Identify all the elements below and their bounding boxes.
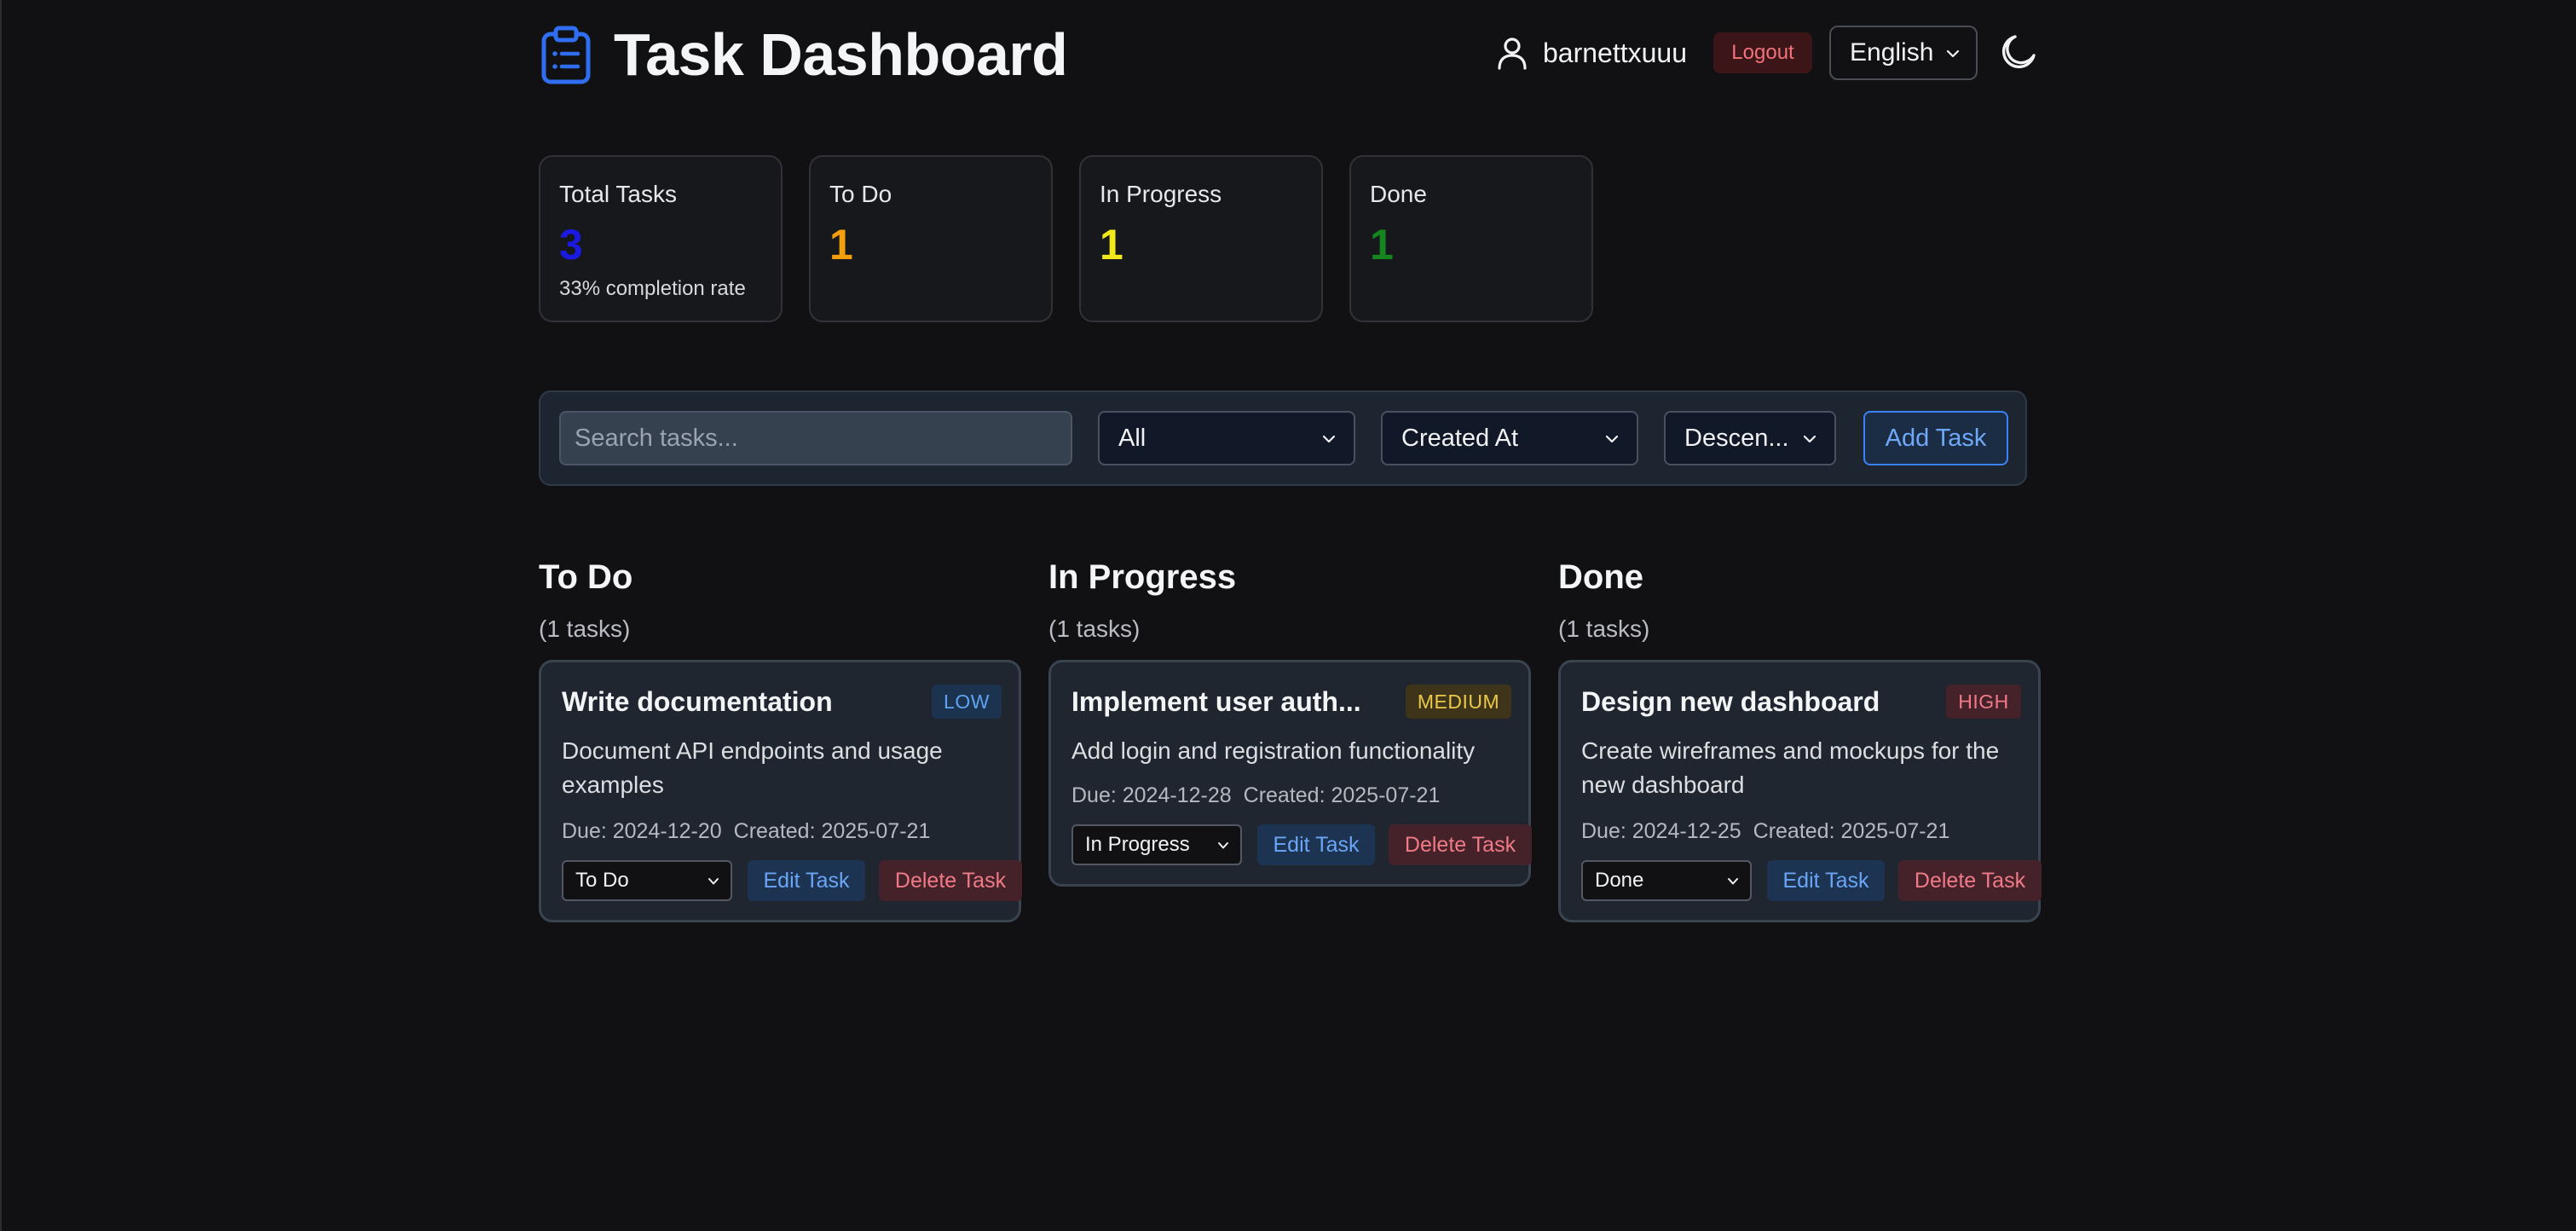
chevron-down-icon xyxy=(1803,435,1816,443)
column-title-in-progress: In Progress xyxy=(1048,558,1237,596)
header: Task Dashboard barnettxuuu Logout Englis… xyxy=(539,20,2039,89)
delete-task-button[interactable]: Delete Task xyxy=(1898,860,2042,901)
stat-value: 1 xyxy=(1370,221,1394,269)
moon-icon[interactable] xyxy=(1998,31,2039,72)
task-title: Implement user auth... xyxy=(1071,686,1361,717)
created-date: Created: 2025-07-21 xyxy=(1243,783,1441,807)
status-select[interactable]: In Progress xyxy=(1071,824,1242,865)
priority-filter-select[interactable]: All xyxy=(1098,411,1355,465)
task-description: Document API endpoints and usage example… xyxy=(562,737,943,798)
stat-label: Total Tasks xyxy=(559,181,677,207)
status-label: To Do xyxy=(575,869,629,892)
due-date: Due: 2024-12-20 xyxy=(562,819,722,843)
delete-task-button[interactable]: Delete Task xyxy=(1389,824,1532,865)
page: Task Dashboard barnettxuuu Logout Englis… xyxy=(0,0,2576,1231)
due-date: Due: 2024-12-28 xyxy=(1071,783,1232,807)
column-title-todo: To Do xyxy=(539,558,633,596)
chevron-down-icon xyxy=(1728,878,1738,885)
sort-order-select[interactable]: Descen... xyxy=(1664,411,1836,465)
language-select[interactable]: English xyxy=(1829,26,1978,80)
edit-task-button[interactable]: Edit Task xyxy=(1767,860,1885,901)
priority-badge: MEDIUM xyxy=(1406,685,1511,719)
stat-value: 1 xyxy=(829,221,853,269)
clipboard-list-icon xyxy=(541,26,591,84)
column-count-todo: (1 tasks) xyxy=(539,616,631,642)
user-icon xyxy=(1498,38,1527,70)
task-title: Design new dashboard xyxy=(1581,686,1880,717)
page-title: Task Dashboard xyxy=(614,21,1068,88)
add-task-button[interactable]: Add Task xyxy=(1863,411,2008,465)
priority-badge: LOW xyxy=(932,685,1002,719)
task-description: Add login and registration functionality xyxy=(1071,737,1476,764)
window-edge xyxy=(0,0,2,1231)
logout-button[interactable]: Logout xyxy=(1713,32,1812,73)
task-dates: Due: 2024-12-28 Created: 2025-07-21 xyxy=(1071,780,1452,811)
task-dates: Due: 2024-12-25 Created: 2025-07-21 xyxy=(1581,816,1961,847)
chevron-down-icon xyxy=(1946,49,1960,58)
stat-card-in-progress: In Progress 1 xyxy=(1079,155,1323,322)
filter-toolbar: All Created At Descen... Add Task xyxy=(539,390,2027,486)
chevron-down-icon xyxy=(1322,435,1336,443)
edit-task-button[interactable]: Edit Task xyxy=(748,860,865,901)
stat-label: Done xyxy=(1370,181,1427,207)
sort-order-label: Descen... xyxy=(1684,425,1789,452)
priority-badge: HIGH xyxy=(1946,685,2021,719)
status-select[interactable]: Done xyxy=(1581,860,1752,901)
column-count-done: (1 tasks) xyxy=(1558,616,1650,642)
status-label: In Progress xyxy=(1085,833,1190,856)
stat-card-total: Total Tasks 3 33% completion rate xyxy=(539,155,783,322)
column-count-in-progress: (1 tasks) xyxy=(1048,616,1141,642)
task-card: Design new dashboard HIGH Create wirefra… xyxy=(1558,660,2042,922)
chevron-down-icon xyxy=(1218,842,1228,849)
stat-value: 3 xyxy=(559,221,583,269)
stat-label: In Progress xyxy=(1100,181,1222,207)
stat-value: 1 xyxy=(1100,221,1123,269)
username: barnettxuuu xyxy=(1543,38,1688,68)
created-date: Created: 2025-07-21 xyxy=(733,819,931,843)
task-card: Implement user auth... MEDIUM Add login … xyxy=(1048,660,1532,887)
chevron-down-icon xyxy=(1605,435,1619,443)
status-select[interactable]: To Do xyxy=(562,860,732,901)
due-date: Due: 2024-12-25 xyxy=(1581,819,1741,843)
column-title-done: Done xyxy=(1558,558,1643,596)
stat-card-done: Done 1 xyxy=(1349,155,1593,322)
task-description: Create wireframes and mockups for the ne… xyxy=(1581,737,2000,798)
sort-by-label: Created At xyxy=(1401,425,1519,452)
task-title: Write documentation xyxy=(562,686,833,717)
language-label: English xyxy=(1850,38,1934,66)
stat-label: To Do xyxy=(829,181,892,207)
task-card: Write documentation LOW Document API end… xyxy=(539,660,1022,922)
status-label: Done xyxy=(1595,869,1644,892)
created-date: Created: 2025-07-21 xyxy=(1753,819,1950,843)
stat-card-todo: To Do 1 xyxy=(809,155,1053,322)
task-dates: Due: 2024-12-20 Created: 2025-07-21 xyxy=(562,816,942,847)
priority-filter-label: All xyxy=(1118,425,1146,452)
chevron-down-icon xyxy=(708,878,719,885)
delete-task-button[interactable]: Delete Task xyxy=(879,860,1022,901)
completion-rate: 33% completion rate xyxy=(559,277,746,300)
sort-by-select[interactable]: Created At xyxy=(1381,411,1638,465)
edit-task-button[interactable]: Edit Task xyxy=(1257,824,1375,865)
search-input[interactable] xyxy=(559,411,1072,465)
